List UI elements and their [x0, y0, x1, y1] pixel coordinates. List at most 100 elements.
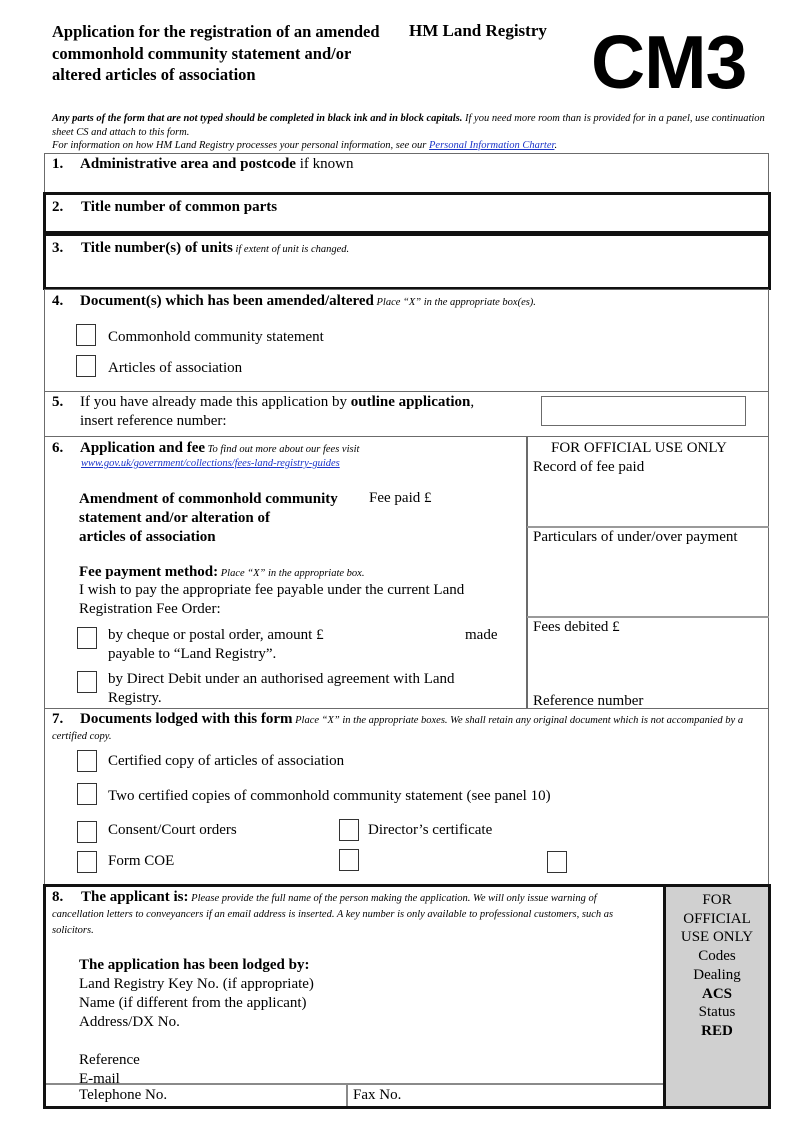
official-divider-h — [527, 526, 769, 528]
panel-1-admin-area[interactable]: 1. Administrative area and postcode if k… — [44, 153, 769, 194]
panel-4-documents-amended: 4. Document(s) which has been amended/al… — [44, 289, 769, 393]
option-certified-articles: Certified copy of articles of associatio… — [108, 753, 345, 769]
cheque-payable-label: payable to “Land Registry”. — [108, 646, 277, 662]
form-code: CM3 — [591, 20, 747, 104]
cheque-made-label: made — [465, 627, 498, 643]
panel-2-title-text: Title number of common parts — [81, 199, 278, 215]
lodged-by-block: The application has been lodged by: Land… — [79, 956, 314, 1089]
option-directors-certificate: Director’s certificate — [368, 822, 493, 838]
fees-guide-link[interactable]: www.gov.uk/government/collections/fees-l… — [81, 458, 340, 469]
address-field[interactable]: Address/DX No. — [79, 1013, 314, 1032]
key-number-field[interactable]: Land Registry Key No. (if appropriate) — [79, 975, 314, 994]
application-type-line: statement and/or alteration of — [79, 510, 270, 526]
official-status-label: Status — [698, 1004, 736, 1021]
fax-divider — [346, 1084, 348, 1106]
official-use-line: FOR — [702, 892, 732, 908]
official-use-heading: FOR OFFICIAL USE ONLY — [551, 440, 727, 456]
panel-number: 8. — [52, 889, 64, 905]
payment-intro-line: I wish to pay the appropriate fee payabl… — [79, 582, 465, 598]
payment-method-note: Place “X” in the appropriate box. — [218, 568, 365, 579]
checkbox-directors-certificate[interactable] — [339, 819, 359, 841]
panel-6-label: Application and fee To find out more abo… — [80, 440, 359, 457]
intro-instructions: Any parts of the form that are not typed… — [52, 112, 767, 153]
panel-5-line1: If you have already made this applicatio… — [80, 394, 474, 411]
panel-4-label: Document(s) which has been amended/alter… — [80, 293, 536, 310]
official-use-line: OFFICIAL — [683, 910, 751, 927]
panel-2-title: Title number of common parts — [81, 199, 277, 216]
panel-3-unit-titles[interactable]: 3. Title number(s) of units if extent of… — [43, 233, 771, 290]
checkbox-consent-court-orders[interactable] — [77, 821, 97, 843]
panel-5-text-after: , — [470, 394, 475, 410]
panel-7-documents-lodged: 7. Documents lodged with this form Place … — [44, 708, 769, 886]
fee-paid-input[interactable] — [445, 490, 520, 508]
panel-8-applicant: 8. The applicant is: Please provide the f… — [43, 884, 771, 1109]
panel-8-label: 8. The applicant is: Please provide the f… — [52, 890, 632, 938]
panel-5-text-before: If you have already made this applicatio… — [80, 394, 351, 410]
telephone-field[interactable]: Telephone No. — [79, 1087, 167, 1104]
checkbox-other-2[interactable] — [547, 851, 567, 873]
panel-5-text-bold: outline application — [350, 394, 471, 410]
dealing-code: ACS — [701, 985, 732, 1002]
panel-number: 1. — [52, 156, 64, 172]
option-two-certified-ccs: Two certified copies of commonhold commu… — [108, 788, 551, 804]
checkbox-commonhold-statement[interactable] — [76, 324, 96, 346]
panel-number: 5. — [52, 394, 64, 410]
reference-field[interactable]: Reference — [79, 1051, 314, 1070]
option-articles-association: Articles of association — [108, 360, 243, 376]
panel-2-common-parts[interactable]: 2. Title number of common parts — [43, 192, 771, 234]
lodged-by-title: The application has been lodged by: — [79, 957, 310, 973]
checkbox-articles-association[interactable] — [76, 355, 96, 377]
privacy-charter-link[interactable]: Personal Information Charter — [429, 140, 554, 151]
panel-3-label: Title number(s) of units if extent of un… — [81, 240, 349, 257]
official-codes-label: Codes — [698, 948, 736, 965]
panel-4-title: Document(s) which has been amended/alter… — [80, 293, 374, 309]
application-type-line: Amendment of commonhold community — [79, 491, 338, 507]
outline-reference-input[interactable] — [541, 396, 746, 426]
checkbox-certified-articles[interactable] — [77, 750, 97, 772]
option-commonhold-statement: Commonhold community statement — [108, 329, 324, 345]
panel-number: 3. — [52, 240, 64, 256]
panel-number: 4. — [52, 293, 64, 309]
panel-1-title: Administrative area and postcode — [80, 156, 296, 172]
agency-name: HM Land Registry — [409, 21, 547, 40]
intro-instruction-bold: Any parts of the form that are not typed… — [52, 113, 463, 124]
fee-paid-label: Fee paid £ — [369, 490, 432, 506]
panel-1-label: Administrative area and postcode if know… — [80, 156, 353, 173]
checkbox-direct-debit[interactable] — [77, 671, 97, 693]
direct-debit-label: by Direct Debit under an authorised agre… — [108, 671, 455, 687]
panel-4-note: Place “X” in the appropriate box(es). — [373, 297, 536, 308]
official-divider — [526, 437, 528, 709]
official-record-fee: Record of fee paid — [533, 459, 645, 475]
panel-7-label: 7. Documents lodged with this form Place … — [52, 712, 752, 744]
status-code: RED — [701, 1022, 733, 1039]
panel-1-suffix: if known — [295, 156, 354, 172]
panel-3-note: if extent of unit is changed. — [232, 244, 350, 255]
name-field[interactable]: Name (if different from the applicant) — [79, 994, 314, 1013]
official-use-line: USE ONLY — [680, 929, 754, 946]
panel-3-title: Title number(s) of units — [81, 240, 233, 256]
checkbox-cheque[interactable] — [77, 627, 97, 649]
payment-method-title: Fee payment method: — [79, 564, 219, 580]
option-consent-court-orders: Consent/Court orders — [108, 822, 237, 838]
cheque-label: by cheque or postal order, amount £ — [108, 627, 324, 643]
fax-field[interactable]: Fax No. — [353, 1087, 401, 1104]
panel-5-line2: insert reference number: — [80, 413, 227, 429]
panel-6-title: Application and fee — [80, 440, 206, 456]
panel-8-title: The applicant is: — [81, 889, 189, 905]
privacy-end: . — [554, 140, 558, 151]
checkbox-two-certified-ccs[interactable] — [77, 783, 97, 805]
option-form-coe: Form COE — [108, 853, 175, 869]
panel-number: 2. — [52, 199, 64, 215]
telephone-divider — [46, 1083, 663, 1085]
payment-method-label: Fee payment method: Place “X” in the app… — [79, 564, 364, 581]
privacy-text: For information on how HM Land Registry … — [52, 140, 430, 151]
application-type-line: articles of association — [79, 529, 216, 545]
panel-number: 7. — [52, 711, 64, 727]
checkbox-form-coe[interactable] — [77, 851, 97, 873]
panel-7-title: Documents lodged with this form — [80, 711, 293, 727]
checkbox-other-1[interactable] — [339, 849, 359, 871]
form-title: Application for the registration of an a… — [52, 22, 380, 84]
official-fees-debited: Fees debited £ — [533, 619, 620, 635]
panel-6-application-fee: 6. Application and fee To find out more … — [44, 436, 769, 710]
